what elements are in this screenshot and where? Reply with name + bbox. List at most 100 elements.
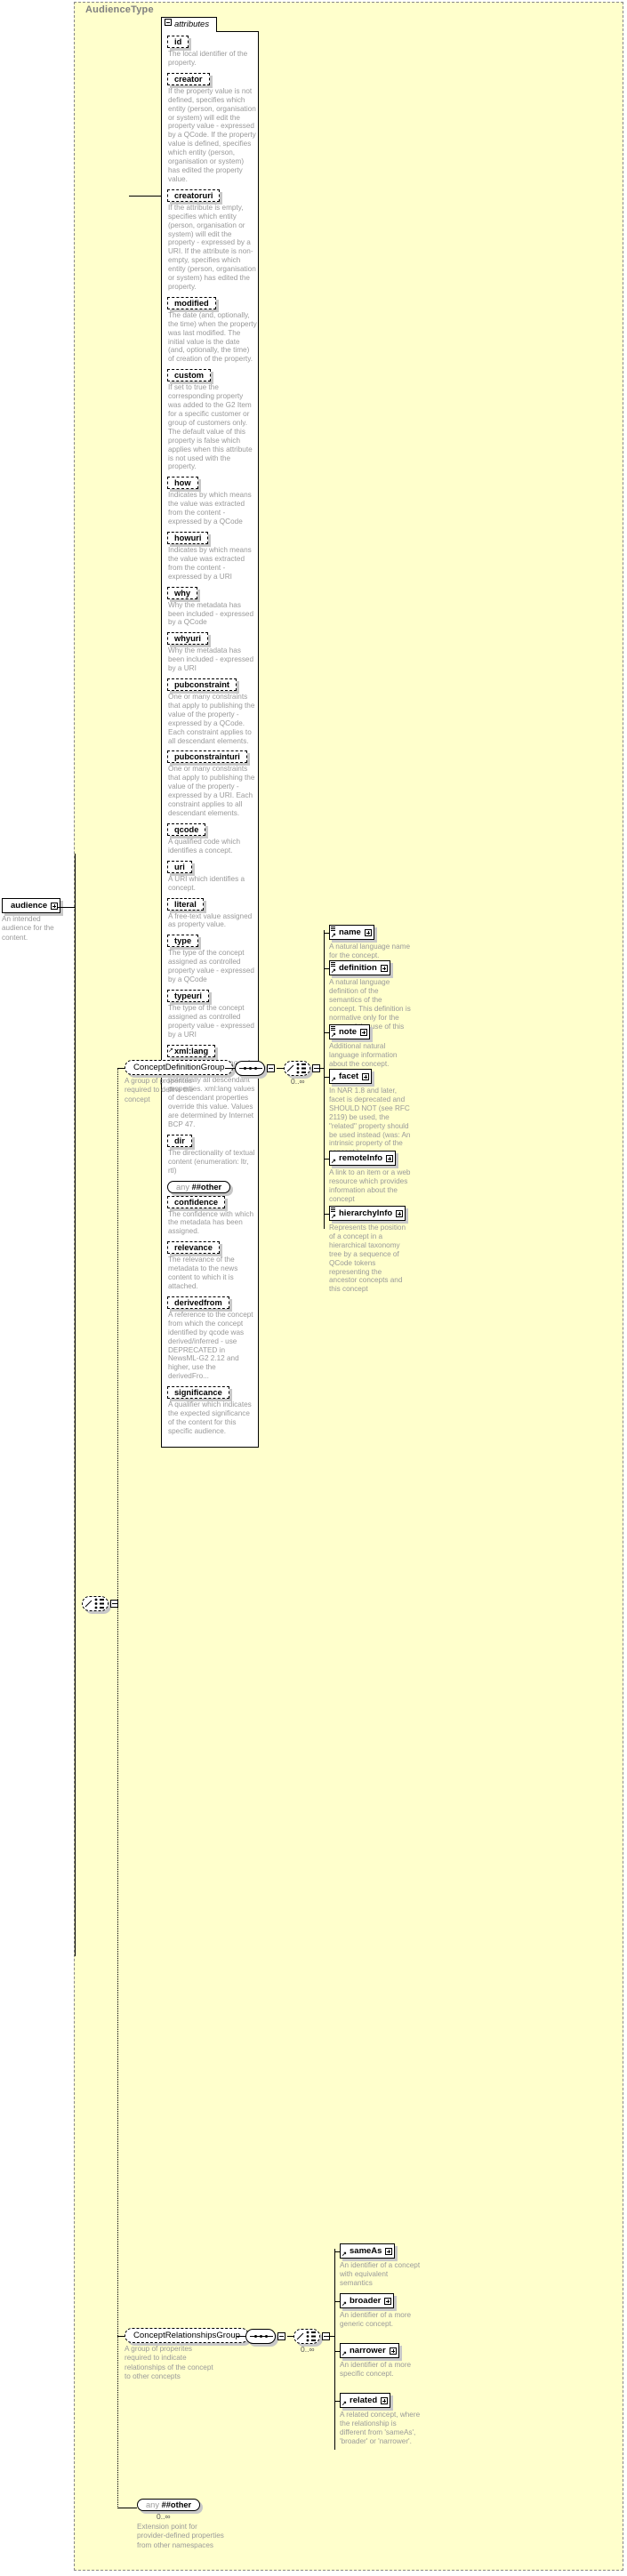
- attribute-box[interactable]: creator: [167, 73, 210, 85]
- attribute-any-other[interactable]: any ##other: [167, 1181, 253, 1193]
- root-element-audience[interactable]: audience An intended audience for the co…: [2, 898, 57, 943]
- choice-compositor-concept-relationships[interactable]: 0..∞: [293, 2329, 330, 2344]
- expand-plus-icon[interactable]: [384, 2298, 391, 2305]
- expand-plus-icon[interactable]: [386, 1155, 393, 1162]
- attribute-box[interactable]: pubconstrainturi: [167, 750, 247, 763]
- attribute-confidence[interactable]: confidenceThe confidence with which the …: [167, 1196, 253, 1237]
- element-related[interactable]: ↗related A related concept, where the rel…: [340, 2393, 422, 2446]
- connector-line: [328, 2336, 334, 2337]
- attribute-box[interactable]: pubconstraint: [167, 678, 237, 691]
- sequence-icon[interactable]: [245, 2329, 276, 2344]
- attribute-relevance[interactable]: relevanceThe relevance of the metadata t…: [167, 1241, 253, 1291]
- group-box-label-concept-relationships[interactable]: ConceptRelationshipsGroup: [125, 2328, 249, 2343]
- sequence-icon[interactable]: [235, 1061, 265, 1076]
- attribute-box[interactable]: how: [167, 477, 198, 489]
- element-box[interactable]: ↗remoteInfo: [329, 1151, 396, 1166]
- element-note[interactable]: ↗noteAdditional natural language informa…: [329, 1024, 411, 1069]
- any-other-extension-point[interactable]: any ##other 0..∞ Extension point for pro…: [137, 2499, 226, 2550]
- attributes-tab[interactable]: attributes: [161, 17, 217, 32]
- choice-icon[interactable]: [82, 1596, 109, 1611]
- attribute-box[interactable]: creatoruri: [167, 189, 220, 202]
- attribute-description: A qualified code which identifies a conc…: [168, 838, 257, 855]
- attribute-how[interactable]: howIndicates by which means the value wa…: [167, 477, 253, 526]
- attribute-id[interactable]: idThe local identifier of the property.: [167, 36, 253, 68]
- sequence-collapse-icon[interactable]: [267, 1064, 275, 1072]
- element-facet[interactable]: ↗facetIn NAR 1.8 and later, facet is dep…: [329, 1069, 411, 1157]
- element-broader[interactable]: ↗broaderAn identifier of a more generic …: [340, 2293, 422, 2329]
- attribute-box[interactable]: xml:lang: [167, 1045, 215, 1057]
- attribute-qcode[interactable]: qcodeA qualified code which identifies a…: [167, 823, 253, 855]
- choice-glyph: [83, 1597, 108, 1610]
- any-other-attribute-box[interactable]: any ##other: [167, 1181, 230, 1193]
- choice-icon[interactable]: [284, 1061, 310, 1076]
- group-box-label-concept-definition[interactable]: ConceptDefinitionGroup: [125, 1060, 233, 1075]
- choice-compositor-concept-definition[interactable]: 0..∞: [284, 1061, 320, 1076]
- collapse-minus-icon[interactable]: [165, 19, 172, 26]
- element-box[interactable]: ↗narrower: [340, 2343, 399, 2358]
- attribute-why[interactable]: whyWhy the metadata has been included - …: [167, 587, 253, 628]
- element-box-audience[interactable]: audience: [2, 898, 60, 913]
- sequence-collapse-icon[interactable]: [277, 2332, 285, 2340]
- attribute-whyuri[interactable]: whyuriWhy the metadata has been included…: [167, 632, 253, 673]
- choice-icon[interactable]: [293, 2329, 320, 2344]
- sequence-compositor-concept-definition[interactable]: [235, 1061, 275, 1076]
- attribute-creator[interactable]: creatorIf the property value is not defi…: [167, 73, 253, 184]
- expand-plus-icon[interactable]: [390, 2347, 397, 2355]
- element-box[interactable]: ↗name: [329, 925, 374, 940]
- element-box[interactable]: ↗broader: [340, 2293, 394, 2308]
- attribute-creatoruri[interactable]: creatoruriIf the attribute is empty, spe…: [167, 189, 253, 292]
- element-box[interactable]: ↗facet: [329, 1069, 372, 1084]
- attribute-box[interactable]: literal: [167, 898, 204, 911]
- element-box[interactable]: ↗hierarchyInfo: [329, 1206, 406, 1221]
- expand-plus-icon[interactable]: [362, 1073, 369, 1080]
- attribute-pubconstraint[interactable]: pubconstraintOne or many constraints tha…: [167, 678, 253, 745]
- attribute-uri[interactable]: uriA URI which identifies a concept.: [167, 861, 253, 893]
- attribute-howuri[interactable]: howuriIndicates by which means the value…: [167, 532, 253, 582]
- attribute-box[interactable]: significance: [167, 1386, 229, 1399]
- attribute-significance[interactable]: significanceA qualifier which indicates …: [167, 1386, 253, 1436]
- sequence-compositor-concept-relationships[interactable]: [245, 2329, 285, 2344]
- attribute-typeuri[interactable]: typeuriThe type of the concept assigned …: [167, 990, 253, 1039]
- any-namespace-label: ##other: [192, 1183, 222, 1192]
- expand-plus-icon[interactable]: [365, 929, 372, 936]
- attribute-box[interactable]: uri: [167, 861, 192, 873]
- element-narrower[interactable]: ↗narrowerAn identifier of a more specifi…: [340, 2343, 422, 2379]
- attribute-literal[interactable]: literalA free-text value assigned as pro…: [167, 898, 253, 930]
- attribute-dir[interactable]: dirThe directionality of textual content…: [167, 1135, 253, 1176]
- attribute-pubconstrainturi[interactable]: pubconstrainturiOne or many constraints …: [167, 750, 253, 817]
- attribute-box[interactable]: why: [167, 587, 197, 599]
- attribute-box[interactable]: dir: [167, 1135, 192, 1147]
- attribute-custom[interactable]: customIf set to true the corresponding p…: [167, 369, 253, 471]
- attribute-box[interactable]: modified: [167, 297, 216, 309]
- element-hierarchyinfo[interactable]: ↗hierarchyInfoRepresents the position of…: [329, 1206, 411, 1294]
- attribute-box[interactable]: custom: [167, 369, 211, 381]
- expand-plus-icon[interactable]: [51, 903, 58, 910]
- element-box[interactable]: ↗note: [329, 1024, 370, 1039]
- element-name[interactable]: ↗nameA natural language name for the con…: [329, 925, 411, 960]
- attribute-type[interactable]: typeThe type of the concept assigned as …: [167, 935, 253, 984]
- expand-plus-icon[interactable]: [381, 965, 388, 972]
- attribute-box[interactable]: derivedfrom: [167, 1296, 229, 1309]
- element-description: A related concept, where the relationshi…: [340, 2411, 422, 2446]
- element-box[interactable]: ↗related: [340, 2393, 390, 2408]
- attribute-box[interactable]: confidence: [167, 1196, 225, 1208]
- attribute-box[interactable]: whyuri: [167, 632, 208, 645]
- attribute-box[interactable]: howuri: [167, 532, 208, 544]
- expand-plus-icon[interactable]: [381, 2397, 388, 2404]
- expand-plus-icon[interactable]: [385, 2248, 392, 2255]
- element-box[interactable]: ↗sameAs: [340, 2243, 395, 2259]
- attribute-box[interactable]: typeuri: [167, 990, 209, 1002]
- attribute-box[interactable]: qcode: [167, 823, 205, 836]
- group-concept-definition[interactable]: ConceptDefinitionGroup A group of proper…: [125, 1060, 244, 1104]
- attribute-derivedfrom[interactable]: derivedfromA reference to the concept fr…: [167, 1296, 253, 1381]
- attribute-box[interactable]: relevance: [167, 1241, 220, 1254]
- element-remoteinfo[interactable]: ↗remoteInfoA link to an item or a web re…: [329, 1151, 411, 1204]
- any-other-box[interactable]: any ##other: [137, 2499, 200, 2511]
- element-box[interactable]: ↗definition: [329, 960, 390, 975]
- element-sameas[interactable]: ↗sameAsAn identifier of a concept with e…: [340, 2243, 422, 2288]
- attribute-box[interactable]: type: [167, 935, 198, 947]
- attribute-box[interactable]: id: [167, 36, 189, 48]
- expand-plus-icon[interactable]: [360, 1029, 367, 1036]
- expand-plus-icon[interactable]: [396, 1210, 403, 1217]
- attribute-modified[interactable]: modifiedThe date (and, optionally, the t…: [167, 297, 253, 364]
